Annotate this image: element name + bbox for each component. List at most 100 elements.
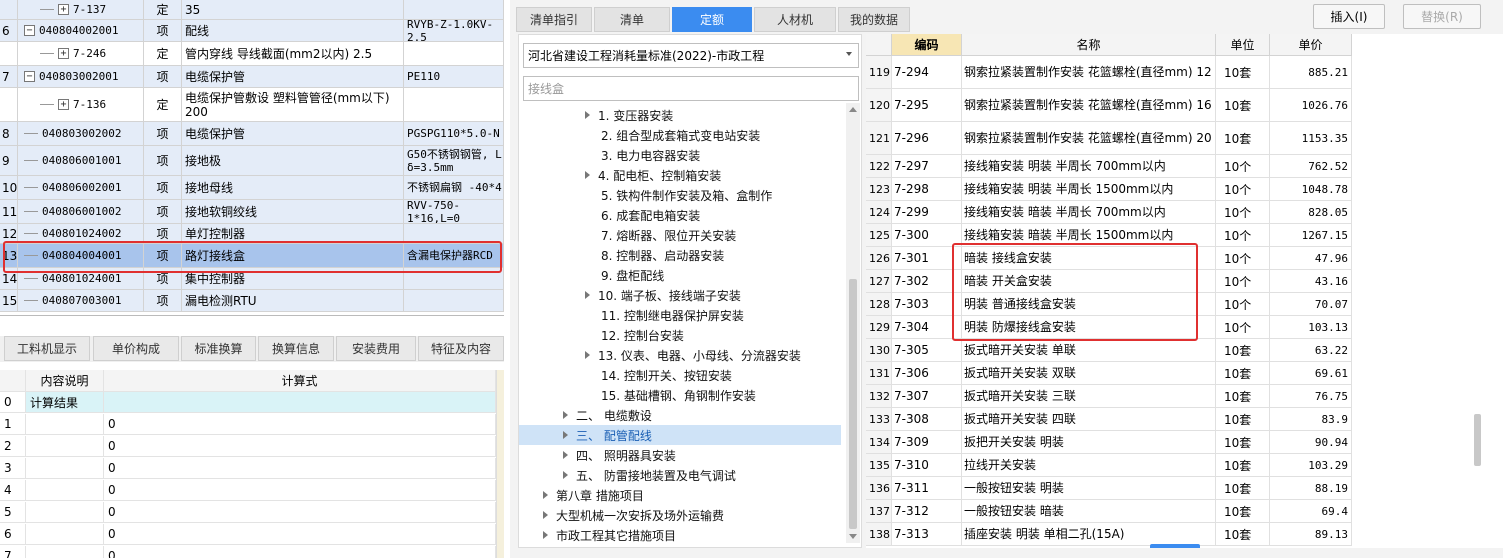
table-row[interactable]: 130 7-305 扳式暗开关安装 单联 10套 63.22 [866,339,1352,362]
table-row[interactable]: 11 040806001002 项接地软铜绞线 RVV-750-1*16,L=0 [0,200,504,224]
calc-row[interactable]: 70 [0,546,504,558]
calc-row-desc[interactable] [26,414,104,434]
chevron-right-icon[interactable] [563,431,568,439]
calc-row[interactable]: 30 [0,458,504,479]
calc-row-formula[interactable]: 0 [104,480,496,500]
expand-icon[interactable]: + [58,99,69,110]
expand-icon[interactable]: + [58,4,69,15]
chevron-right-icon[interactable] [543,531,548,539]
tab-library[interactable]: 清单指引 [516,7,592,32]
insert-button[interactable]: 插入(I) [1313,4,1385,29]
splitter-handle[interactable] [1150,544,1200,548]
tab-detail[interactable]: 特征及内容 [418,336,504,361]
tree-item[interactable]: 11. 控制继电器保护屏安装 [601,305,744,325]
replace-button[interactable]: 替换(R) [1403,4,1481,29]
table-row[interactable]: 10 040806002001 项接地母线 不锈钢扁钢 -40*4 [0,176,504,200]
calc-row-desc[interactable] [26,458,104,478]
tree-item[interactable]: 8. 控制器、启动器安装 [601,245,724,265]
calc-row-formula[interactable]: 0 [104,458,496,478]
row-code[interactable]: 040806002001 [18,176,144,199]
chevron-right-icon[interactable] [585,291,590,299]
row-code[interactable]: 040806001002 [18,200,144,223]
table-row[interactable]: 121 7-296 钢索拉紧装置制作安装 花篮螺栓(直径mm) 20 10套 1153.… [866,122,1352,155]
table-row[interactable]: 134 7-309 扳把开关安装 明装 10套 90.94 [866,431,1352,454]
chevron-right-icon[interactable] [563,471,568,479]
tree-item[interactable]: 第八章 措施项目 [543,485,644,505]
table-row[interactable]: 15 040807003001 项漏电检测RTU [0,290,504,312]
scroll-down-icon[interactable] [849,534,857,539]
calc-row-desc[interactable] [26,436,104,456]
calc-row[interactable]: 40 [0,480,504,501]
standard-select[interactable]: 河北省建设工程消耗量标准(2022)-市政工程 [523,43,859,68]
tree-item[interactable]: 二、 电缆敷设 [563,405,652,425]
row-code[interactable]: −040803002001 [18,66,144,87]
expand-icon[interactable]: + [58,48,69,59]
tab-library[interactable]: 定额 [672,7,752,32]
tree-item[interactable]: 1. 变压器安装 [585,105,673,125]
row-code[interactable]: 040807003001 [18,290,144,311]
calc-row-formula[interactable]: 0 [104,436,496,456]
tab-library[interactable]: 清单 [594,7,670,32]
calc-row[interactable]: 50 [0,502,504,523]
calc-row[interactable]: 10 [0,414,504,435]
tab-library[interactable]: 人材机 [754,7,836,32]
scroll-up-icon[interactable] [849,107,857,112]
table-row[interactable]: 136 7-311 一般按钮安装 明装 10套 88.19 [866,477,1352,500]
row-code[interactable]: +7-136 [18,88,144,121]
grid-header-price[interactable]: 单价 [1270,34,1352,56]
tree-item[interactable]: 3. 电力电容器安装 [601,145,700,165]
calc-row-formula[interactable] [104,392,496,412]
table-row[interactable]: 135 7-310 拉线开关安装 10套 103.29 [866,454,1352,477]
chevron-right-icon[interactable] [585,171,590,179]
tab-detail[interactable]: 安装费用 [336,336,416,361]
grid-header-name[interactable]: 名称 [962,34,1216,56]
tree-item[interactable]: 4. 配电柜、控制箱安装 [585,165,721,185]
row-code[interactable]: 040806001001 [18,146,144,175]
tree-item[interactable]: 14. 控制开关、按钮安装 [601,365,732,385]
table-row[interactable]: 133 7-308 扳式暗开关安装 四联 10套 83.9 [866,408,1352,431]
tree-item[interactable]: 13. 仪表、电器、小母线、分流器安装 [585,345,801,365]
tree-item[interactable]: 五、 防雷接地装置及电气调试 [563,465,736,485]
chevron-right-icon[interactable] [543,491,548,499]
grid-header-unit[interactable]: 单位 [1216,34,1270,56]
collapse-icon[interactable]: − [24,71,35,82]
tree-scroll-thumb[interactable] [849,279,857,529]
tree-item[interactable]: 15. 基础槽钢、角钢制作安装 [601,385,756,405]
search-input[interactable]: 接线盒 [523,76,859,101]
calc-scrollbar[interactable] [496,370,504,558]
chevron-right-icon[interactable] [585,351,590,359]
grid-header-code[interactable]: 编码 [892,34,962,56]
table-row[interactable]: 8 040803002002 项电缆保护管 PGSPG110*5.0-N [0,122,504,146]
row-code[interactable]: 040803002002 [18,122,144,145]
table-row[interactable]: 123 7-298 接线箱安装 明装 半周长 1500mm以内 10个 1048.78 [866,178,1352,201]
calc-row[interactable]: 60 [0,524,504,545]
table-row[interactable]: 9 040806001001 项接地极 G50不锈钢钢管, L δ=3.5mm [0,146,504,176]
row-code[interactable]: −040804002001 [18,20,144,41]
tab-detail[interactable]: 换算信息 [258,336,334,361]
collapse-icon[interactable]: − [24,25,35,36]
table-row[interactable]: 132 7-307 扳式暗开关安装 三联 10套 76.75 [866,385,1352,408]
calc-row-desc[interactable] [26,546,104,558]
calc-row[interactable]: 0 计算结果 [0,392,504,413]
table-row[interactable]: +7-246 定管内穿线 导线截面(mm2以内) 2.5 [0,42,504,66]
calc-row-formula[interactable]: 0 [104,502,496,522]
row-code[interactable]: +7-137 [18,0,144,19]
tree-scrollbar[interactable] [846,103,860,543]
chevron-right-icon[interactable] [563,451,568,459]
table-row[interactable]: 6−040804002001 项配线 RVYB-Z-1.0KV-2.5 [0,20,504,42]
tree-item[interactable]: 2. 组合型成套箱式变电站安装 [601,125,760,145]
tree-item[interactable]: 6. 成套配电箱安装 [601,205,700,225]
tree-item[interactable]: 市政工程其它措施项目 [543,525,676,545]
calc-row-desc[interactable] [26,524,104,544]
table-row[interactable]: 7−040803002001 项电缆保护管 PE110 [0,66,504,88]
table-row[interactable]: 122 7-297 接线箱安装 明装 半周长 700mm以内 10个 762.52 [866,155,1352,178]
tree-item[interactable]: 7. 熔断器、限位开关安装 [601,225,736,245]
chevron-right-icon[interactable] [585,111,590,119]
grid-scroll-thumb[interactable] [1474,414,1481,466]
calc-row-desc[interactable] [26,480,104,500]
table-row[interactable]: 124 7-299 接线箱安装 暗装 半周长 700mm以内 10个 828.05 [866,201,1352,224]
chevron-right-icon[interactable] [543,511,548,519]
table-row[interactable]: 137 7-312 一般按钮安装 暗装 10套 69.4 [866,500,1352,523]
calc-row-formula[interactable]: 0 [104,546,496,558]
calc-row-desc[interactable] [26,502,104,522]
